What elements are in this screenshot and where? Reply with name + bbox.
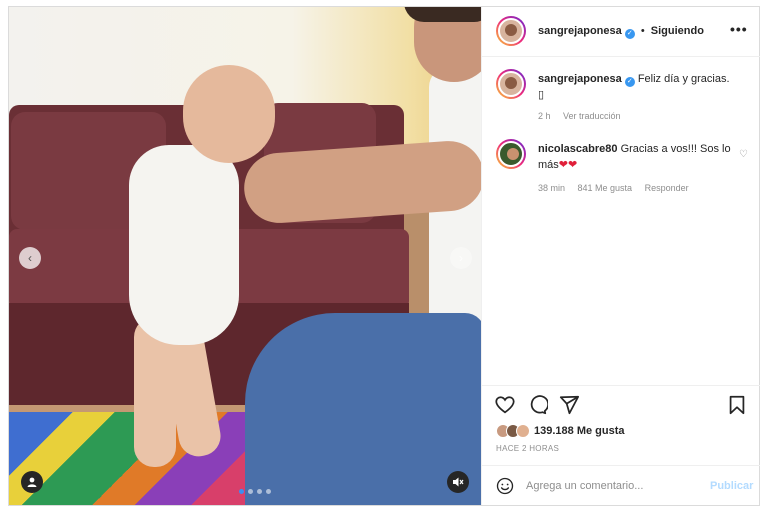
like-comment-icon[interactable]: ♡ (739, 149, 748, 160)
caption-text: Feliz día y gracias. (637, 73, 730, 85)
comment-composer: Publicar (482, 465, 760, 505)
carousel-dot (239, 489, 244, 494)
caption-body: sangrejaponesa ✓ Feliz día y gracias. ▯ (538, 71, 734, 103)
more-options-icon[interactable]: ••• (730, 21, 748, 37)
carousel-indicator (239, 489, 271, 494)
publish-button[interactable]: Publicar (710, 480, 753, 492)
carousel-dot (257, 489, 262, 494)
author-avatar[interactable] (496, 16, 526, 46)
header-line: sangrejaponesa ✓ • Siguiendo (538, 25, 704, 39)
comment-likes[interactable]: 841 Me gusta (578, 183, 633, 193)
carousel-dot (266, 489, 271, 494)
tagged-user-icon[interactable] (21, 471, 43, 493)
comment-meta: 38 min 841 Me gusta Responder (538, 183, 699, 193)
author-username[interactable]: sangrejaponesa (538, 25, 622, 37)
post-video[interactable]: ‹ › (9, 7, 481, 505)
mute-button[interactable] (447, 471, 469, 493)
verified-badge-icon: ✓ (624, 77, 635, 87)
comment-body: nicolascabre80 Gracias a vos!!! Sos lo m… (538, 141, 734, 173)
likes-count[interactable]: 139.188 Me gusta (534, 425, 625, 437)
post-header: sangrejaponesa ✓ • Siguiendo ••• (482, 7, 760, 57)
caption-extra: ▯ (538, 89, 545, 101)
user-icon (27, 477, 37, 487)
caption-meta: 2 h Ver traducción (538, 111, 631, 121)
save-bookmark-icon[interactable] (726, 394, 748, 416)
comment-input[interactable] (526, 475, 696, 497)
post-frame: ‹ › sangrejaponesa ✓ • Siguiendo ••• san… (8, 6, 760, 506)
post-timestamp[interactable]: HACE 2 HORAS (496, 444, 559, 453)
caption-username[interactable]: sangrejaponesa (538, 73, 622, 85)
following-button[interactable]: Siguiendo (651, 25, 704, 37)
emoji-icon[interactable] (496, 477, 514, 495)
previous-media-button[interactable]: ‹ (19, 247, 41, 269)
next-media-button[interactable]: › (450, 247, 472, 269)
likes-summary[interactable]: 139.188 Me gusta (496, 424, 625, 438)
commenter-username[interactable]: nicolascabre80 (538, 143, 618, 155)
heart-emoji: ❤❤ (558, 159, 578, 171)
separator-dot: • (640, 25, 645, 37)
verified-badge-icon: ✓ (624, 29, 635, 39)
comment-time[interactable]: 38 min (538, 183, 565, 193)
share-send-icon[interactable] (558, 394, 580, 416)
like-heart-icon[interactable] (494, 394, 516, 416)
caption-time[interactable]: 2 h (538, 111, 551, 121)
see-translation-link[interactable]: Ver traducción (563, 111, 621, 121)
comment-bubble-icon[interactable] (526, 394, 548, 416)
reply-button[interactable]: Responder (645, 183, 689, 193)
liker-avatar (516, 424, 530, 438)
commenter-avatar[interactable] (496, 139, 526, 169)
speaker-muted-icon (453, 477, 464, 487)
caption-avatar[interactable] (496, 69, 526, 99)
post-sidebar: sangrejaponesa ✓ • Siguiendo ••• sangreja… (481, 7, 760, 505)
carousel-dot (248, 489, 253, 494)
